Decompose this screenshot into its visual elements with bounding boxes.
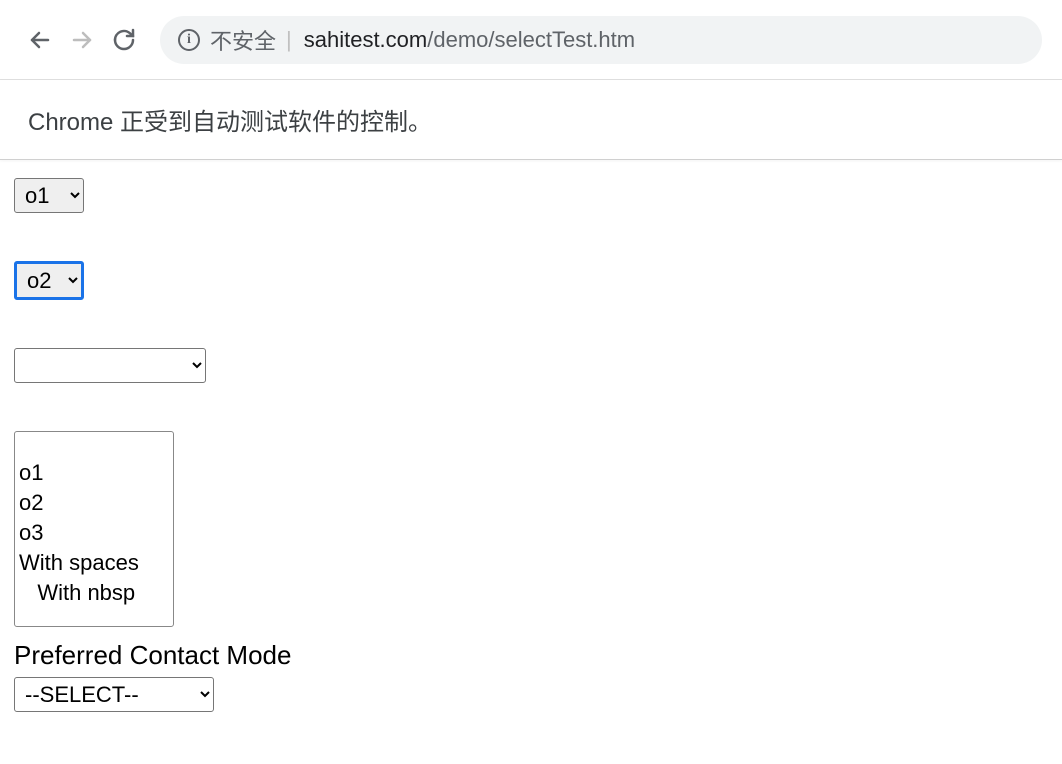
url-path: /demo/selectTest.htm [427,27,635,53]
preferred-contact-label: Preferred Contact Mode [14,640,1048,671]
multi-option[interactable]: o1 [15,458,173,488]
nav-buttons [10,28,136,52]
multi-option[interactable]: o2 [15,488,173,518]
page-content: o1 o2 o1 o2 o3 With spaces With nbsp Pre… [0,160,1062,730]
url-host: sahitest.com [304,27,428,53]
forward-button[interactable] [70,28,94,52]
preferred-contact-select[interactable]: --SELECT-- [14,677,214,712]
browser-toolbar: i 不安全 | sahitest.com/demo/selectTest.htm [0,0,1062,80]
select-2[interactable]: o2 [14,261,84,300]
address-bar[interactable]: i 不安全 | sahitest.com/demo/selectTest.htm [160,16,1042,64]
multi-select[interactable]: o1 o2 o3 With spaces With nbsp [14,431,174,627]
select-3[interactable] [14,348,206,383]
back-button[interactable] [28,28,52,52]
info-icon[interactable]: i [178,29,200,51]
automation-banner-text: Chrome 正受到自动测试软件的控制。 [28,102,432,137]
multi-option-blank[interactable] [15,432,173,458]
automation-banner: Chrome 正受到自动测试软件的控制。 [0,80,1062,160]
divider: | [286,27,292,53]
multi-option[interactable]: With spaces [15,548,173,578]
reload-button[interactable] [112,28,136,52]
multi-option[interactable]: o3 [15,518,173,548]
select-1[interactable]: o1 [14,178,84,213]
multi-option[interactable]: With nbsp [15,578,173,608]
insecure-label: 不安全 [210,24,276,56]
